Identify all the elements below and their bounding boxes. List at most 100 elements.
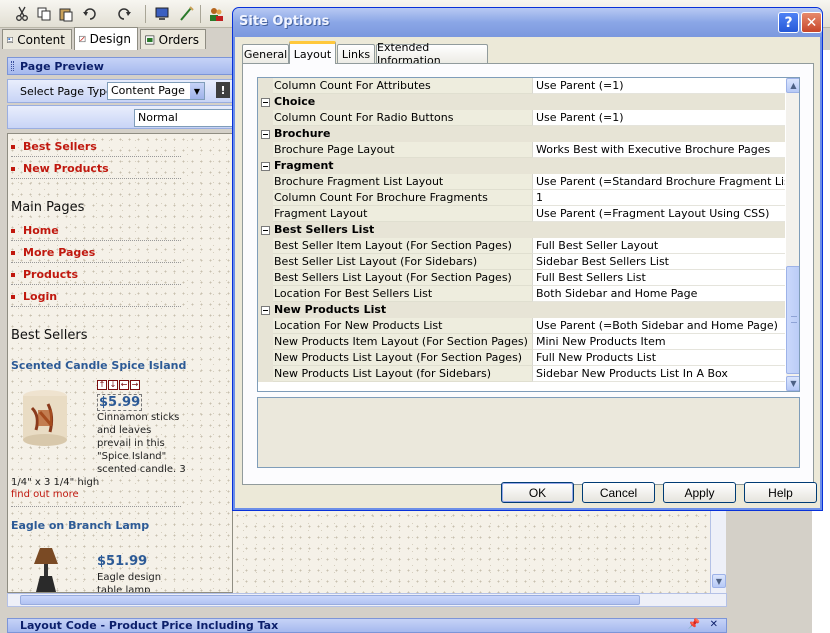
tab-layout[interactable]: Layout xyxy=(289,41,336,64)
close-icon[interactable]: ✕ xyxy=(801,12,822,33)
category-row[interactable]: New Products List xyxy=(258,302,785,318)
copy-icon[interactable] xyxy=(34,4,54,24)
property-value[interactable]: Use Parent (=Standard Brochure Fragment … xyxy=(532,174,785,190)
property-row[interactable]: New Products Item Layout (For Section Pa… xyxy=(258,334,785,350)
arrow-left-icon[interactable]: ← xyxy=(119,380,129,390)
preview-horizontal-scrollbar[interactable] xyxy=(7,593,727,607)
warning-icon[interactable]: ! xyxy=(216,82,230,98)
category-row[interactable]: Choice xyxy=(258,94,785,110)
nav-link-more-pages[interactable]: More Pages xyxy=(11,243,181,263)
tab-design[interactable]: Design xyxy=(74,27,138,50)
layout-code-header: Layout Code - Product Price Including Ta… xyxy=(7,618,727,633)
arrow-right-icon[interactable]: → xyxy=(130,380,140,390)
property-row[interactable]: Best Seller Item Layout (For Section Pag… xyxy=(258,238,785,254)
tab-orders[interactable]: Orders xyxy=(140,29,206,49)
property-value[interactable]: Use Parent (=Both Sidebar and Home Page) xyxy=(532,318,785,334)
scroll-down-icon[interactable]: ▼ xyxy=(786,376,799,391)
property-row[interactable]: Best Sellers List Layout (For Section Pa… xyxy=(258,270,785,286)
collapse-icon[interactable] xyxy=(258,222,273,238)
page-type-bar: Select Page Type Content Page ▼ ! xyxy=(7,79,233,103)
property-row[interactable]: Column Count For Brochure Fragments 1 xyxy=(258,190,785,206)
page-type-select[interactable]: Content Page ▼ xyxy=(107,82,205,100)
tab-content[interactable]: Content xyxy=(2,29,72,49)
property-value[interactable]: Use Parent (=1) xyxy=(532,78,785,94)
property-name: Fragment Layout xyxy=(273,206,532,222)
dialog-titlebar[interactable]: Site Options ? ✕ xyxy=(233,8,822,37)
ok-button[interactable]: OK xyxy=(501,482,574,503)
property-value[interactable]: Full Best Seller Layout xyxy=(532,238,785,254)
tab-extended-information[interactable]: Extended Information xyxy=(376,41,488,67)
candle-product-image[interactable] xyxy=(18,386,73,448)
arrow-down-icon[interactable]: ↓ xyxy=(108,380,118,390)
property-value[interactable]: Use Parent (=1) xyxy=(532,110,785,126)
tab-links[interactable]: Links xyxy=(337,44,375,63)
scroll-thumb[interactable] xyxy=(786,266,799,374)
property-value[interactable]: Full Best Sellers List xyxy=(532,270,785,286)
help-icon[interactable]: ? xyxy=(778,12,799,33)
nav-link-products[interactable]: Products xyxy=(11,265,181,285)
cancel-button[interactable]: Cancel xyxy=(582,482,655,503)
property-value[interactable]: Full New Products List xyxy=(532,350,785,366)
property-value[interactable]: Works Best with Executive Brochure Pages xyxy=(532,142,785,158)
collapse-icon[interactable] xyxy=(258,158,273,174)
product-link-lamp[interactable]: Eagle on Branch Lamp xyxy=(11,519,149,532)
users-icon[interactable] xyxy=(206,4,226,24)
scroll-up-icon[interactable]: ▲ xyxy=(786,78,799,93)
property-value[interactable]: Sidebar Best Sellers List xyxy=(532,254,785,270)
paste-icon[interactable] xyxy=(56,4,76,24)
minus-icon xyxy=(261,305,270,315)
property-row[interactable]: Location For Best Sellers List Both Sideb… xyxy=(258,286,785,302)
nav-link-new-products[interactable]: New Products xyxy=(11,159,181,179)
edit-brush-icon[interactable] xyxy=(176,4,196,24)
help-button[interactable]: Help xyxy=(744,482,817,503)
cut-icon[interactable] xyxy=(12,4,32,24)
property-row[interactable]: Column Count For Attributes Use Parent (=… xyxy=(258,78,785,94)
apply-button[interactable]: Apply xyxy=(663,482,736,503)
style-select[interactable]: Normal xyxy=(134,109,234,127)
property-name: Location For Best Sellers List xyxy=(273,286,532,302)
property-value[interactable]: Mini New Products Item xyxy=(532,334,785,350)
property-row[interactable]: Brochure Page Layout Works Best with Exec… xyxy=(258,142,785,158)
pin-icon[interactable]: 📌 xyxy=(688,619,700,630)
category-row[interactable]: Fragment xyxy=(258,158,785,174)
property-row[interactable]: New Products List Layout (For Section Pa… xyxy=(258,350,785,366)
redo-icon[interactable] xyxy=(114,4,134,24)
undo-icon[interactable] xyxy=(80,4,100,24)
property-row[interactable]: New Products List Layout (for Sidebars) S… xyxy=(258,366,785,382)
find-out-more-link[interactable]: find out more xyxy=(11,489,79,500)
nav-link-home[interactable]: Home xyxy=(11,221,181,241)
lamp-product-image[interactable] xyxy=(26,546,66,592)
property-value[interactable]: Sidebar New Products List In A Box xyxy=(532,366,785,382)
property-row[interactable]: Column Count For Radio Buttons Use Parent… xyxy=(258,110,785,126)
close-icon[interactable]: ✕ xyxy=(710,619,718,630)
product-link-candle[interactable]: Scented Candle Spice Island xyxy=(11,359,186,372)
arrow-up-icon[interactable]: ↑ xyxy=(97,380,107,390)
nav-link-login[interactable]: Login xyxy=(11,287,181,307)
property-row[interactable]: Fragment Layout Use Parent (=Fragment Lay… xyxy=(258,206,785,222)
property-value[interactable]: 1 xyxy=(532,190,785,206)
property-value[interactable]: Both Sidebar and Home Page xyxy=(532,286,785,302)
tab-general[interactable]: General xyxy=(242,44,289,63)
nav-link-label: New Products xyxy=(23,162,109,175)
horizontal-scroll-thumb[interactable] xyxy=(20,595,640,605)
preview-monitor-icon[interactable] xyxy=(152,4,172,24)
category-row[interactable]: Brochure xyxy=(258,126,785,142)
property-row[interactable]: Location For New Products List Use Parent… xyxy=(258,318,785,334)
property-grid-scrollbar[interactable]: ▲ ▼ xyxy=(786,78,799,391)
collapse-icon[interactable] xyxy=(258,302,273,318)
product-price: $5.99 xyxy=(97,394,143,411)
scroll-down-icon[interactable]: ▼ xyxy=(712,574,726,588)
property-value[interactable]: Use Parent (=Fragment Layout Using CSS) xyxy=(532,206,785,222)
property-row[interactable]: Best Seller List Layout (For Sidebars) Si… xyxy=(258,254,785,270)
preview-vertical-scrollbar[interactable]: ▼ xyxy=(710,510,726,593)
category-spacer xyxy=(532,222,785,238)
property-row[interactable]: Brochure Fragment List Layout Use Parent … xyxy=(258,174,785,190)
nav-link-best-sellers[interactable]: Best Sellers xyxy=(11,137,181,157)
desc-line: Eagle design xyxy=(97,572,162,583)
desc-line: "Spice Island" xyxy=(97,451,167,462)
category-row[interactable]: Best Sellers List xyxy=(258,222,785,238)
bullet-icon xyxy=(11,166,15,171)
collapse-icon[interactable] xyxy=(258,126,273,142)
collapse-icon[interactable] xyxy=(258,94,273,110)
minus-icon xyxy=(261,161,270,171)
